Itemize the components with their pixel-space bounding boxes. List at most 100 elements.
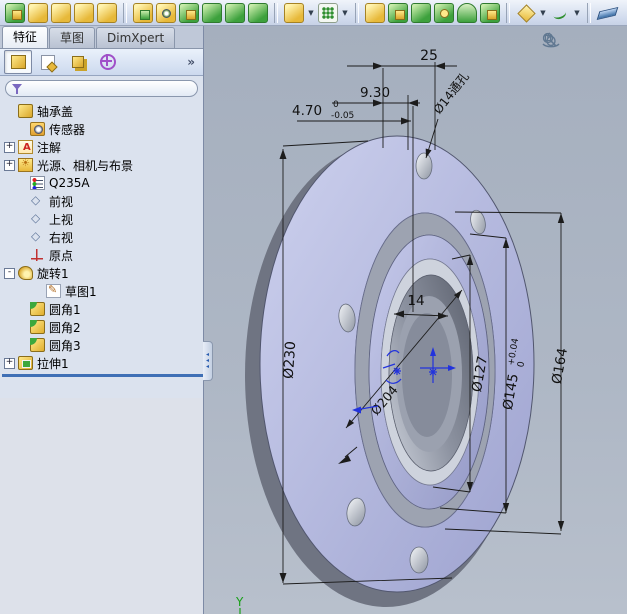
- annotations-icon: [18, 140, 33, 154]
- propertymanager-icon: [41, 54, 55, 70]
- tree-item-part-root[interactable]: 轴承盖: [2, 102, 203, 120]
- origin-icon: [30, 248, 45, 262]
- tree-item-annotations[interactable]: + 注解: [2, 138, 203, 156]
- tab-features[interactable]: 特征: [2, 26, 49, 48]
- more-tabs-chevron[interactable]: »: [187, 55, 199, 69]
- curves-dropdown-arrow[interactable]: [573, 9, 581, 17]
- graphics-area[interactable]: 25 9.30 4.70 0 -0.05 Ø14通孔 14 Ø230 Ø127: [204, 26, 627, 614]
- zoom-to-area-icon[interactable]: [542, 31, 591, 51]
- toolbar-separator: [123, 2, 127, 23]
- boundary-boss-icon[interactable]: [97, 2, 117, 23]
- expand-toggle[interactable]: -: [4, 267, 15, 279]
- configurationmanager-icon: [72, 56, 84, 68]
- featuremanager-icon: [10, 55, 26, 69]
- expand-toggle[interactable]: +: [4, 159, 15, 171]
- shell-icon[interactable]: [388, 2, 408, 23]
- bolt-hole[interactable]: [415, 152, 433, 180]
- tab-dimxpert[interactable]: DimXpert: [96, 27, 176, 48]
- dim-164[interactable]: Ø164: [549, 347, 571, 386]
- swept-boss-icon[interactable]: [51, 2, 71, 23]
- tree-item-sketch1[interactable]: 草图1: [2, 282, 203, 300]
- hole-wizard-icon[interactable]: [156, 2, 176, 23]
- plane-icon: [30, 193, 45, 208]
- tree-item-front-plane[interactable]: 前视: [2, 192, 203, 210]
- dim-14[interactable]: 14: [407, 293, 424, 309]
- material-icon: [30, 176, 45, 190]
- sketch-icon: [46, 283, 61, 298]
- tree-item-right-plane[interactable]: 右视: [2, 228, 203, 246]
- fillet-dropdown-arrow[interactable]: [307, 9, 315, 17]
- tree-item-label: 圆角1: [49, 302, 81, 317]
- tree-item-fillet2[interactable]: 圆角2: [2, 318, 203, 336]
- tree-item-fillet3[interactable]: 圆角3: [2, 336, 203, 354]
- tree-item-revolve1[interactable]: - 旋转1: [2, 264, 203, 282]
- tree-splitter-line[interactable]: [2, 374, 203, 377]
- reference-geometry-icon[interactable]: [516, 3, 536, 23]
- svg-text:-0.05: -0.05: [331, 111, 354, 121]
- expand-toggle[interactable]: +: [4, 141, 15, 153]
- swept-cut-icon[interactable]: [202, 2, 222, 23]
- dim-25[interactable]: 25: [420, 48, 438, 64]
- rotate-view-icon[interactable]: [542, 31, 619, 51]
- tree-item-label: 旋转1: [37, 266, 69, 281]
- panel-collapse-handle[interactable]: [203, 341, 213, 381]
- draft-icon[interactable]: [365, 2, 385, 23]
- tree-item-origin[interactable]: 原点: [2, 246, 203, 264]
- lights-cameras-scene-icon: [18, 158, 33, 172]
- propertymanager-tab[interactable]: [34, 50, 62, 74]
- tab-sketch[interactable]: 草图: [49, 27, 96, 48]
- plane-icon: [30, 211, 45, 226]
- revolved-boss-icon[interactable]: [28, 2, 48, 23]
- rib-icon[interactable]: [411, 2, 431, 23]
- linear-pattern-dropdown-arrow[interactable]: [341, 9, 349, 17]
- curves-icon[interactable]: [550, 3, 570, 23]
- wrap-icon[interactable]: [434, 2, 454, 23]
- model-viewport[interactable]: 25 9.30 4.70 0 -0.05 Ø14通孔 14 Ø230 Ø127: [204, 27, 627, 614]
- configurationmanager-tab[interactable]: [64, 50, 92, 74]
- expand-toggle[interactable]: +: [4, 357, 15, 369]
- extruded-boss-icon[interactable]: [5, 2, 25, 23]
- tree-item-fillet1[interactable]: 圆角1: [2, 300, 203, 318]
- dimxpertmanager-icon: [100, 54, 116, 70]
- part-icon: [18, 104, 33, 118]
- fillet-icon: [30, 320, 45, 334]
- tree-item-lights-cameras-scene[interactable]: + 光源、相机与布景: [2, 156, 203, 174]
- toolbar-separator: [274, 2, 278, 23]
- mirror-icon[interactable]: [480, 2, 500, 23]
- command-manager-tabs: 特征 草图 DimXpert: [0, 26, 203, 49]
- tree-item-extrude1[interactable]: + 拉伸1: [2, 354, 203, 372]
- svg-text:0: 0: [333, 100, 339, 110]
- dim-9.30[interactable]: 9.30: [360, 85, 390, 101]
- featuremanager-tree-tab[interactable]: [4, 50, 32, 74]
- tree-filter-box[interactable]: [5, 80, 198, 97]
- extruded-cut-icon[interactable]: [133, 2, 153, 23]
- boundary-cut-icon[interactable]: [248, 2, 268, 23]
- linear-pattern-icon[interactable]: [318, 2, 338, 23]
- tree-item-top-plane[interactable]: 上视: [2, 210, 203, 228]
- toolbar-separator: [506, 2, 510, 23]
- svg-text:4.70: 4.70: [292, 103, 322, 119]
- tree-item-label: 传感器: [49, 122, 86, 137]
- svg-text:Ø164: Ø164: [549, 347, 571, 386]
- revolved-cut-icon[interactable]: [179, 2, 199, 23]
- tree-item-material[interactable]: Q235A: [2, 174, 203, 192]
- tree-item-sensors[interactable]: 传感器: [2, 120, 203, 138]
- instant3d-icon[interactable]: [597, 3, 617, 23]
- panel-empty-area: [0, 398, 203, 614]
- tree-item-label: 圆角3: [49, 338, 81, 353]
- dimxpertmanager-tab[interactable]: [94, 50, 122, 74]
- lofted-boss-icon[interactable]: [74, 2, 94, 23]
- lofted-cut-icon[interactable]: [225, 2, 245, 23]
- reference-geometry-dropdown-arrow[interactable]: [539, 9, 547, 17]
- triad-y-label: Y: [235, 595, 244, 609]
- dome-icon[interactable]: [457, 2, 477, 23]
- tree-item-label: 注解: [37, 140, 62, 155]
- fillet-icon: [30, 338, 45, 352]
- bolt-hole[interactable]: [409, 546, 429, 574]
- tree-item-label: 上视: [49, 212, 74, 227]
- feature-manager-panel: 特征 草图 DimXpert » 轴承盖 传感器 + A 注解 + ☀ 光源、相…: [0, 26, 204, 614]
- dim-hole-callout[interactable]: Ø14通孔: [431, 70, 472, 117]
- fillet-icon[interactable]: [284, 2, 304, 23]
- dim-230[interactable]: Ø230: [281, 341, 300, 380]
- tree-item-label: 拉伸1: [37, 356, 69, 371]
